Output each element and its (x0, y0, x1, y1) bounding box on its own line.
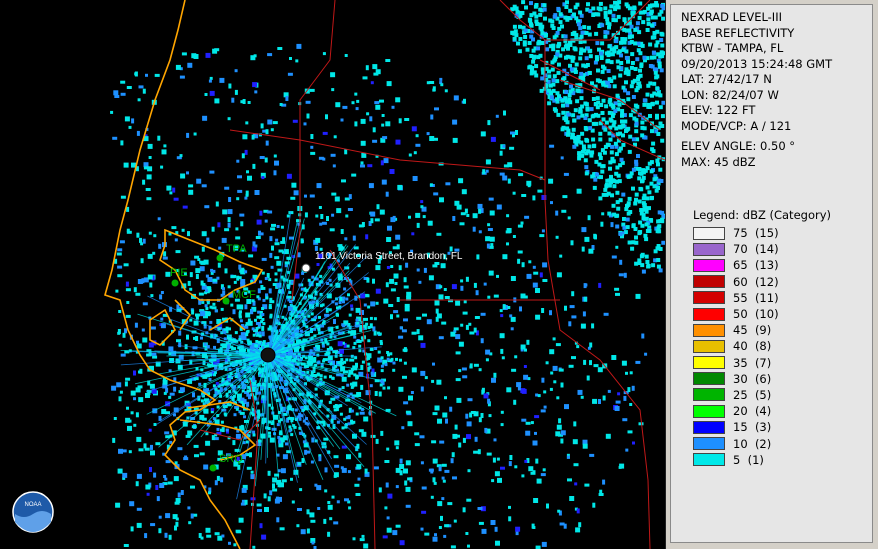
info-line: MODE/VCP: A / 121 (681, 118, 792, 133)
info-line: ELEV: 122 FT (681, 103, 756, 117)
legend-label: 15 (3) (733, 420, 772, 435)
legend-swatch (693, 388, 725, 402)
legend-title: Legend: dBZ (Category) (693, 208, 831, 222)
location-pin[interactable] (301, 263, 311, 273)
legend-label: 45 (9) (733, 323, 772, 338)
legend-row: 45 (9) (693, 322, 872, 338)
legend-swatch (693, 372, 725, 386)
legend-row: 60 (12) (693, 274, 872, 290)
legend-row: 20 (4) (693, 403, 872, 419)
legend-swatch (693, 420, 725, 434)
legend-row: 25 (5) (693, 387, 872, 403)
legend-row: 35 (7) (693, 355, 872, 371)
legend-row: 70 (14) (693, 241, 872, 257)
legend-label: 60 (12) (733, 274, 779, 289)
product-info: NEXRAD LEVEL-III BASE REFLECTIVITY KTBW - … (671, 10, 872, 134)
noaa-logo: NOAA (12, 491, 54, 533)
legend-swatch (693, 453, 725, 467)
city-label-mcf: MCF (232, 289, 256, 301)
reflectivity-echoes (110, 0, 665, 549)
elevation-info: ELEV ANGLE: 0.50 ° MAX: 45 dBZ (671, 139, 872, 170)
legend-row: 10 (2) (693, 435, 872, 451)
legend-label: 40 (8) (733, 339, 772, 354)
info-panel: NEXRAD LEVEL-III BASE REFLECTIVITY KTBW - … (670, 4, 873, 543)
legend-swatch (693, 437, 725, 451)
legend-row: 5 (1) (693, 452, 872, 468)
city-dot-srq (209, 464, 217, 472)
city-dot-mcf (222, 297, 230, 305)
radar-site-marker (260, 347, 276, 363)
legend-row: 65 (13) (693, 257, 872, 273)
legend-label: 50 (10) (733, 307, 779, 322)
radar-map[interactable]: TPA PIE MCF SRQ 1101 Victoria Street, Br… (0, 0, 666, 549)
legend-swatch (693, 307, 725, 321)
max-text: MAX: 45 dBZ (681, 154, 756, 169)
legend-row: 75 (15) (693, 225, 872, 241)
radar-map-canvas: TPA PIE MCF SRQ 1101 Victoria Street, Br… (12, 0, 665, 549)
info-line: KTBW - TAMPA, FL (681, 41, 784, 55)
legend-swatch (693, 242, 725, 256)
city-label-pie: PIE (170, 267, 188, 279)
legend-swatch (693, 323, 725, 337)
legend-swatch (693, 356, 725, 370)
legend-swatch (693, 339, 725, 353)
elev-angle-text: ELEV ANGLE: 0.50 ° (681, 139, 796, 153)
location-label: 1101 Victoria Street, Brandon, FL (315, 251, 463, 262)
info-line: LAT: 27/42/17 N (681, 72, 772, 86)
legend-swatch (693, 226, 725, 240)
city-dot-pie (171, 279, 179, 287)
legend-label: 10 (2) (733, 436, 772, 451)
info-line: LON: 82/24/07 W (681, 87, 779, 102)
info-line: NEXRAD LEVEL-III (681, 10, 782, 24)
legend-label: 70 (14) (733, 242, 779, 257)
legend: 75 (15) 70 (14) 65 (13) 60 (12) 55 (11) 50 (1… (693, 225, 872, 468)
legend-label: 65 (13) (733, 258, 779, 273)
legend-label: 20 (4) (733, 404, 772, 419)
legend-label: 5 (1) (733, 452, 764, 467)
legend-swatch (693, 291, 725, 305)
legend-label: 55 (11) (733, 290, 779, 305)
city-dot-tpa (216, 254, 224, 262)
legend-row: 50 (10) (693, 306, 872, 322)
legend-row: 55 (11) (693, 290, 872, 306)
noaa-logo-text: NOAA (24, 502, 41, 508)
legend-swatch (693, 258, 725, 272)
legend-row: 40 (8) (693, 338, 872, 354)
legend-swatch (693, 275, 725, 289)
city-label-tpa: TPA (226, 243, 247, 255)
city-label-srq: SRQ (219, 453, 243, 465)
legend-row: 15 (3) (693, 419, 872, 435)
info-line: BASE REFLECTIVITY (681, 25, 795, 40)
legend-label: 35 (7) (733, 355, 772, 370)
legend-label: 75 (15) (733, 226, 779, 241)
legend-row: 30 (6) (693, 371, 872, 387)
legend-swatch (693, 404, 725, 418)
info-line: 09/20/2013 15:24:48 GMT (681, 56, 833, 71)
legend-label: 30 (6) (733, 371, 772, 386)
legend-label: 25 (5) (733, 387, 772, 402)
